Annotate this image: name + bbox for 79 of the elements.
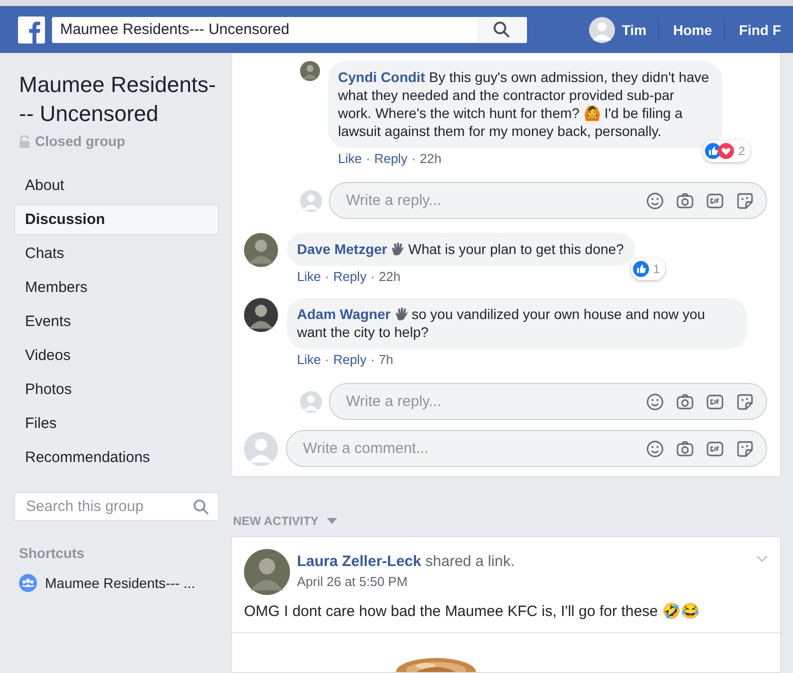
separator-dot: · bbox=[370, 269, 375, 284]
sidebar-item[interactable]: Events bbox=[14, 306, 219, 337]
author-link[interactable]: Laura Zeller-Leck bbox=[297, 553, 422, 570]
sidebar-item[interactable]: Discussion bbox=[14, 204, 219, 235]
reply-box[interactable]: Write a reply... bbox=[329, 182, 767, 219]
sidebar-item[interactable]: Recommendations bbox=[14, 442, 219, 473]
default-avatar bbox=[300, 190, 322, 212]
feed-heading: NEW ACTIVITY bbox=[233, 514, 319, 528]
comment-action-link[interactable]: Like bbox=[297, 269, 321, 284]
shortcut-link[interactable]: Maumee Residents--- ... bbox=[19, 574, 219, 592]
comment-field[interactable]: Write a comment... bbox=[301, 439, 646, 458]
reply-field[interactable]: Write a reply... bbox=[344, 392, 646, 411]
sticker-icon[interactable] bbox=[736, 440, 754, 458]
avatar bbox=[244, 298, 278, 332]
gif-icon[interactable] bbox=[706, 192, 724, 210]
post-time: April 26 at 5:50 PM bbox=[297, 574, 409, 589]
sidebar-item[interactable]: Members bbox=[14, 272, 219, 303]
post-text: OMG I dont care how bad the Maumee KFC is, I'll go for these 🤣😂 bbox=[232, 595, 780, 633]
search-button[interactable] bbox=[476, 16, 527, 42]
author-link[interactable]: Adam Wagner bbox=[297, 306, 391, 322]
shortcuts-heading: Shortcuts bbox=[19, 545, 86, 561]
sticker-icon[interactable] bbox=[736, 192, 754, 210]
camera-icon[interactable] bbox=[676, 392, 694, 410]
post-header-text: Laura Zeller-Leck shared a link. bbox=[297, 553, 516, 570]
search-icon bbox=[493, 21, 510, 38]
sidebar-item[interactable]: About bbox=[14, 170, 219, 201]
emoji-icon[interactable] bbox=[646, 440, 664, 458]
comment-action-link[interactable]: Reply bbox=[333, 352, 366, 367]
group-icon bbox=[19, 574, 37, 592]
comment-action-link[interactable]: Reply bbox=[374, 151, 408, 166]
group-title: Maumee Residents--- Uncensored bbox=[18, 71, 217, 128]
comment-time: 22h bbox=[420, 151, 442, 166]
privacy-label: Closed group bbox=[35, 133, 126, 149]
emoji-icon[interactable] bbox=[646, 192, 664, 210]
avatar bbox=[300, 61, 320, 81]
author-link[interactable]: Dave Metzger bbox=[297, 241, 388, 257]
reaction-count: 2 bbox=[703, 140, 750, 162]
profile-link[interactable]: Tim bbox=[588, 16, 646, 42]
comment-time: 22h bbox=[378, 269, 400, 284]
comment-action-link[interactable]: Like bbox=[338, 151, 362, 166]
comment-time: 7h bbox=[378, 352, 394, 367]
camera-icon[interactable] bbox=[676, 192, 694, 210]
separator-dot: · bbox=[370, 352, 375, 367]
default-avatar bbox=[244, 432, 278, 466]
reply-box[interactable]: Write a reply... bbox=[329, 383, 767, 420]
sticker-icon[interactable] bbox=[736, 392, 754, 410]
comment-text: Adam Wagner so you vandilized your own house and now you want the city to help? bbox=[297, 306, 706, 340]
separator-dot: · bbox=[324, 269, 330, 284]
comment-action-link[interactable]: Reply bbox=[333, 269, 366, 284]
comment-text: Dave Metzger What is your plan to get this done? bbox=[297, 241, 624, 257]
avatar bbox=[244, 549, 290, 595]
default-avatar bbox=[588, 16, 615, 42]
default-avatar bbox=[300, 390, 322, 412]
comment-action-link[interactable]: Like bbox=[297, 352, 321, 367]
search-icon bbox=[193, 498, 209, 514]
nav-link[interactable]: Find F bbox=[724, 18, 793, 40]
sidebar-item[interactable]: Videos bbox=[14, 340, 219, 371]
sidebar-item[interactable]: Chats bbox=[14, 238, 219, 269]
camera-icon[interactable] bbox=[676, 440, 694, 458]
separator-dot: · bbox=[324, 352, 330, 367]
logo-icon[interactable] bbox=[18, 16, 46, 44]
lock-icon bbox=[19, 134, 30, 148]
sidebar-item[interactable]: Photos bbox=[14, 374, 219, 405]
gif-icon[interactable] bbox=[706, 440, 724, 458]
emoji-icon[interactable] bbox=[646, 392, 664, 410]
separator-dot: · bbox=[366, 151, 370, 166]
user-name: Tim bbox=[622, 22, 646, 38]
group-search-box[interactable]: Search this group bbox=[14, 492, 219, 521]
sidebar-item[interactable]: Files bbox=[14, 408, 219, 439]
reply-field[interactable]: Write a reply... bbox=[344, 191, 646, 210]
avatar bbox=[244, 233, 278, 267]
reaction-count: 1 bbox=[631, 258, 665, 280]
author-link[interactable]: Cyndi Condit bbox=[338, 69, 426, 85]
comment-box[interactable]: Write a comment... bbox=[286, 430, 767, 467]
nav-link[interactable]: Home bbox=[658, 18, 724, 40]
separator-dot: · bbox=[411, 151, 416, 166]
comment-text: Cyndi Condit By this guy's own admission, they didn't have what they needed and the contractor provided sub-par work. Where's the witch hunt for them? 🙆 I'd be filing a lawsuit against them for my money back, personally. bbox=[338, 69, 710, 139]
caret-icon[interactable] bbox=[326, 518, 337, 524]
gif-icon[interactable] bbox=[706, 392, 724, 410]
